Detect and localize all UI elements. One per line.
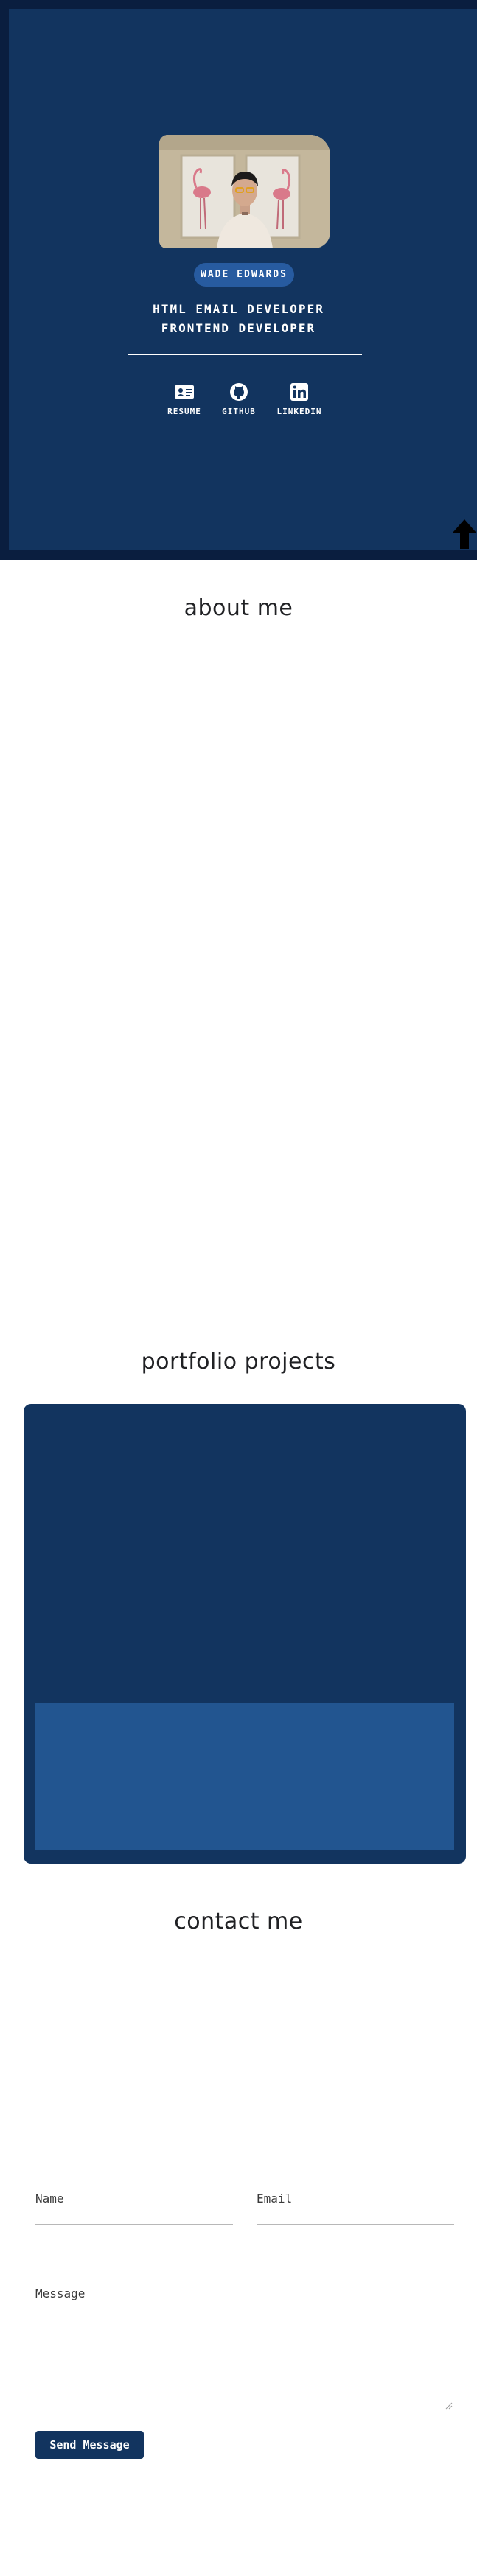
- job-title-secondary: FRONTEND DEVELOPER: [161, 321, 316, 335]
- project-tile[interactable]: [35, 1703, 454, 1850]
- github-icon: [229, 382, 249, 402]
- send-message-button[interactable]: Send Message: [35, 2431, 144, 2459]
- linkedin-label: LINKEDIN: [276, 407, 322, 416]
- resume-label: RESUME: [167, 407, 201, 416]
- resume-link[interactable]: RESUME: [155, 382, 214, 418]
- message-field-label: Message: [35, 2287, 86, 2300]
- resize-grip-icon[interactable]: [445, 2398, 453, 2410]
- message-field[interactable]: [35, 2302, 453, 2407]
- id-card-icon: [174, 382, 195, 402]
- scroll-to-top-button[interactable]: [452, 518, 477, 550]
- email-field[interactable]: [257, 2206, 454, 2225]
- github-label: GITHUB: [222, 407, 256, 416]
- linkedin-icon: [289, 382, 310, 402]
- job-title-primary: HTML EMAIL DEVELOPER: [153, 302, 324, 316]
- contact-heading: contact me: [174, 1909, 303, 1934]
- linkedin-link[interactable]: LINKEDIN: [270, 382, 329, 418]
- arrow-up-icon: [452, 519, 477, 553]
- email-field-label: Email: [257, 2191, 293, 2205]
- name-badge: WADE EDWARDS: [194, 263, 294, 287]
- portfolio-card: [24, 1404, 466, 1864]
- hero-divider: [128, 354, 362, 355]
- portfolio-heading: portfolio projects: [141, 1349, 336, 1375]
- about-heading: about me: [184, 595, 293, 621]
- name-field[interactable]: [35, 2206, 233, 2225]
- name-field-label: Name: [35, 2191, 64, 2205]
- github-link[interactable]: GITHUB: [209, 382, 268, 418]
- profile-photo: [159, 135, 330, 248]
